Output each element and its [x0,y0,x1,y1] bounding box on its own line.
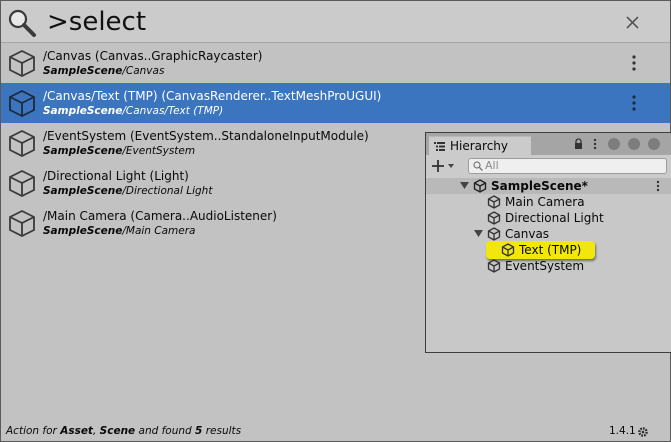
tree-item-text-tmp[interactable]: Text (TMP) [426,242,671,258]
more-options-icon[interactable] [656,180,660,192]
tree-item-label: Text (TMP) [519,243,582,257]
result-scene: SampleScene [43,105,123,117]
status-bar: Action for Asset, Scene and found 5 resu… [1,422,670,441]
expand-arrow-icon[interactable] [474,230,483,238]
tree-item-directional-light[interactable]: Directional Light [426,210,671,226]
status-provider-asset: Asset [60,425,93,437]
search-bar: >select [1,1,670,43]
window-close-button[interactable] [648,138,660,150]
gameobject-cube-icon [9,89,35,118]
hierarchy-toolbar: All [426,155,671,177]
gameobject-cube-icon [9,49,35,78]
hierarchy-search-placeholder: All [485,159,499,172]
hierarchy-search-input[interactable]: All [468,158,667,174]
hierarchy-tree: SampleScene* Main Camera Directional Lig… [426,178,671,352]
result-path: /Main Camera [122,225,196,237]
tree-item-event-system[interactable]: EventSystem [426,258,671,274]
tab-hierarchy[interactable]: Hierarchy [429,136,531,155]
gameobject-cube-icon [487,227,501,241]
gameobject-cube-icon [487,211,501,225]
gameobject-cube-icon [487,195,501,209]
more-options-icon[interactable] [631,54,637,72]
result-scene: SampleScene [43,65,123,77]
result-subtitle: SampleScene/EventSystem [43,145,195,158]
hierarchy-tab-label: Hierarchy [450,139,509,153]
window-minimize-button[interactable] [608,138,620,150]
window-maximize-button[interactable] [628,138,640,150]
hierarchy-tab-bar: Hierarchy [426,133,671,155]
status-mid: and found [135,425,196,437]
result-subtitle: SampleScene/Directional Light [43,185,212,198]
result-title: /Directional Light (Light) [43,169,189,183]
tree-item-main-camera[interactable]: Main Camera [426,194,671,210]
tree-item-label: Main Camera [505,195,585,209]
status-text: Action for Asset, Scene and found 5 resu… [6,422,241,441]
close-icon[interactable] [625,15,640,30]
gameobject-cube-icon [487,259,501,273]
more-options-icon[interactable] [593,138,597,150]
result-path: /Directional Light [122,185,213,197]
result-subtitle: SampleScene/Main Camera [43,225,196,238]
scene-name: SampleScene* [491,179,588,193]
hierarchy-panel: Hierarchy All SampleScene* Main Camera D… [425,132,671,353]
search-icon [8,9,36,37]
result-title: /Main Camera (Camera..AudioListener) [43,209,277,223]
result-title: /EventSystem (EventSystem..StandaloneInp… [43,129,369,143]
result-scene: SampleScene [43,145,123,157]
tree-item-label: Directional Light [505,211,604,225]
result-title: /Canvas (Canvas..GraphicRaycaster) [43,49,263,63]
tree-item-label: Canvas [505,227,550,241]
result-row-selected[interactable]: /Canvas/Text (TMP) (CanvasRenderer..Text… [1,83,670,123]
search-input[interactable]: >select [47,5,607,39]
result-scene: SampleScene [43,185,123,197]
result-scene: SampleScene [43,225,123,237]
gameobject-cube-icon [9,209,35,238]
unity-scene-icon [473,179,487,193]
result-path: /EventSystem [122,145,196,157]
result-subtitle: SampleScene/Canvas/Text (TMP) [43,105,223,118]
version-label: 1.4.1 [609,425,636,437]
result-subtitle: SampleScene/Canvas [43,65,164,78]
tree-item-label: EventSystem [505,259,585,273]
status-prefix: Action for [6,425,61,437]
lock-icon[interactable] [574,138,583,150]
more-options-icon[interactable] [631,94,637,112]
gameobject-cube-icon [501,243,515,257]
gameobject-cube-icon [9,129,35,158]
result-path: /Canvas [122,65,165,77]
tree-item-canvas[interactable]: Canvas [426,226,671,242]
status-provider-scene: Scene [99,425,136,437]
list-icon [434,142,445,151]
tree-item-scene[interactable]: SampleScene* [426,178,671,194]
result-path: /Canvas/Text (TMP) [122,105,224,117]
add-dropdown-icon[interactable] [432,159,456,173]
status-suffix: results [202,425,242,437]
settings-gear-icon[interactable] [637,426,649,438]
search-window: >select /Canvas (Canvas..GraphicRaycaste… [0,0,671,442]
expand-arrow-icon[interactable] [460,182,469,190]
status-separator: , [92,425,100,437]
result-title: /Canvas/Text (TMP) (CanvasRenderer..Text… [43,89,382,103]
gameobject-cube-icon [9,169,35,198]
result-row[interactable]: /Canvas (Canvas..GraphicRaycaster) Sampl… [1,43,670,83]
search-icon [473,161,483,171]
